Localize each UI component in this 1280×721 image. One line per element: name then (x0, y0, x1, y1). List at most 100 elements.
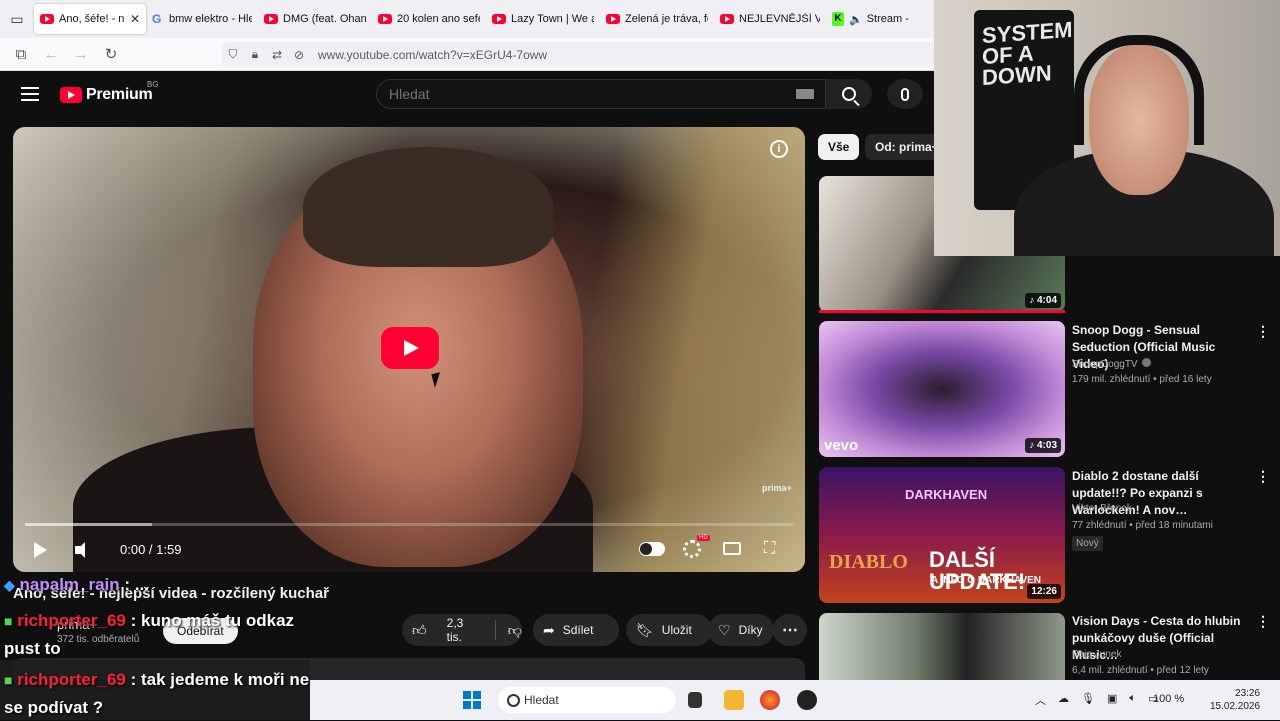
time-display: 0:00 / 1:59 (120, 542, 182, 557)
tab[interactable]: NEJLEVNĚJŠÍ VS. N (714, 4, 826, 34)
chat-badge-icon: ■ (4, 613, 13, 629)
youtube-premium-logo[interactable]: Premium BG (60, 80, 159, 104)
close-tab-icon[interactable]: ✕ (130, 12, 140, 26)
more-options-icon[interactable]: ⋮ (1256, 613, 1270, 630)
search-input[interactable] (389, 86, 769, 102)
new-badge: Nový (1072, 536, 1103, 551)
info-icon[interactable]: i (770, 140, 788, 158)
recommendation-meta: 6,4 mil. zhlédnutí • před 12 lety (1072, 665, 1209, 676)
webcam-overlay: SYSTEM OF A DOWN (934, 0, 1280, 256)
hamburger-menu-icon[interactable] (21, 87, 39, 101)
kick-icon: K (832, 12, 844, 26)
thumbnail-logo: DIABLO (829, 551, 908, 573)
thanks-label: Díky (738, 623, 763, 637)
thumbs-up-icon[interactable]: 👍︎ (412, 622, 427, 639)
search-button[interactable] (826, 79, 872, 109)
keyboard-icon[interactable] (796, 89, 814, 99)
system-clock[interactable]: 23:26 15.02.2026 (1210, 687, 1260, 713)
large-play-button[interactable] (381, 327, 439, 369)
channel-watermark: prima+ (762, 483, 792, 493)
chevron-up-icon[interactable]: ︿ (1035, 692, 1046, 708)
cloud-icon[interactable]: ☁ (1058, 692, 1069, 708)
youtube-icon (378, 14, 392, 24)
volume-icon[interactable] (75, 541, 89, 559)
fullscreen-icon[interactable]: ⛶ (764, 541, 780, 557)
tab[interactable]: Zelená je tráva, fo (600, 4, 714, 34)
chip-all[interactable]: Vše (818, 134, 860, 160)
tab-label: bmw elektro - Hle (169, 13, 252, 25)
share-icon: ➦ (543, 621, 555, 638)
tab-list-icon[interactable]: ▭ (0, 0, 34, 38)
hd-badge: HD (697, 535, 710, 541)
chat-username: richporter_69 (17, 670, 126, 689)
more-options-icon[interactable]: ⋮ (1256, 323, 1270, 340)
back-icon[interactable]: ← (36, 46, 66, 63)
chat-badge-icon: ◆ (4, 577, 15, 593)
microphone-tray-icon[interactable]: 🎙︎ (1081, 692, 1095, 708)
recommendation-channel[interactable]: SnoopDoggTV (1072, 358, 1151, 370)
thumbnail-brand: DARKHAVEN (905, 487, 988, 502)
tab-label: 20 kolen ano sefe (397, 13, 480, 25)
more-options-icon[interactable]: ⋮ (1256, 468, 1270, 485)
like-count[interactable]: 2,3 tis. (447, 616, 481, 644)
chat-message: ◆ napalm_rain : ... (4, 575, 149, 595)
chat-username: richporter_69 (17, 611, 126, 630)
browser-tab-bar: ▭ Ano, šéfe! - nej ✕ G bmw elektro - Hle… (0, 0, 934, 38)
more-actions-button[interactable]: ⋯ (773, 614, 807, 646)
tab[interactable]: Lazy Town | We ar (486, 4, 600, 34)
video-player[interactable]: i prima+ 0:00 / 1:59 HD ⛶ (13, 127, 805, 572)
country-code: BG (147, 80, 159, 89)
recommendation-channel[interactable]: Paja Junek (1072, 649, 1121, 660)
tab[interactable]: DMG (feat. Ohan (258, 4, 372, 34)
headset-icon (1074, 35, 1204, 145)
search-box[interactable] (376, 79, 826, 109)
url-text[interactable]: www.youtube.com/watch?v=xEGrU4-7oww (318, 48, 547, 62)
tab[interactable]: 20 kolen ano sefe (372, 4, 486, 34)
divider (494, 620, 496, 640)
task-view-icon[interactable] (688, 692, 702, 708)
obs-icon[interactable] (797, 690, 817, 710)
tab-label: Lazy Town | We ar (511, 13, 594, 25)
theater-mode-icon[interactable] (723, 542, 741, 555)
permissions-icon[interactable]: ⇄ (266, 48, 288, 62)
taskbar-search[interactable]: Hledat (498, 687, 676, 713)
extension-icon[interactable]: ⧉ (6, 46, 36, 63)
tab-active[interactable]: Ano, šéfe! - nej ✕ (34, 4, 146, 34)
shield-icon[interactable]: ⛉ (222, 47, 244, 62)
reload-icon[interactable]: ↻ (96, 45, 126, 63)
windows-start-icon[interactable] (463, 691, 481, 709)
duration-badge: ♪ 4:03 (1025, 438, 1061, 453)
voice-search-button[interactable] (887, 79, 923, 109)
settings-gear-icon[interactable] (683, 540, 701, 558)
recommendation-thumbnail[interactable]: vevo ♪ 4:03 (819, 321, 1065, 457)
save-button[interactable]: 🔖︎ Uložit (626, 614, 712, 646)
microphone-icon (901, 87, 909, 101)
recommendation-meta: 179 mil. zhlédnutí • před 16 lety (1072, 374, 1212, 385)
lock-icon[interactable]: 🔒︎ (244, 47, 266, 62)
volume-tray-icon[interactable]: 🔈︎ (1129, 692, 1136, 708)
play-icon[interactable] (34, 542, 47, 558)
tab[interactable]: G bmw elektro - Hle (146, 4, 258, 34)
forward-icon[interactable]: → (66, 46, 96, 63)
recommendation-thumbnail[interactable] (819, 613, 1065, 680)
youtube-icon (40, 14, 54, 24)
firefox-icon[interactable] (760, 690, 780, 710)
chat-username: napalm_rain (19, 575, 120, 594)
verified-icon (1141, 358, 1151, 367)
progress-bar[interactable] (25, 523, 793, 526)
display-icon[interactable]: ▣ (1107, 692, 1117, 708)
watched-progress-bar (819, 310, 1065, 313)
thumbs-down-icon[interactable]: 👎︎ (508, 622, 522, 639)
tab-label: Ano, šéfe! - nej (59, 13, 124, 25)
battery-percent: 100 % (1153, 693, 1185, 705)
thanks-button[interactable]: ♡ Díky (708, 614, 774, 646)
autoplay-toggle[interactable] (639, 542, 665, 556)
recommendation-thumbnail[interactable]: DARKHAVEN DIABLO DALŠÍ UPDATE! A INFO O … (819, 467, 1065, 603)
file-explorer-icon[interactable] (724, 690, 744, 710)
url-bar[interactable]: ⛉ 🔒︎ ⇄ ⊘ www.youtube.com/watch?v=xEGrU4-… (222, 42, 934, 67)
recommendation-channel[interactable]: Viktor Břenek (1072, 503, 1132, 514)
autoplay-blocked-icon[interactable]: ⊘ (288, 48, 310, 62)
share-button[interactable]: ➦ Sdílet (533, 614, 619, 646)
thumbnail-subline: A INFO O DARKHAVEN (931, 575, 1041, 586)
tab[interactable]: K 🔈 Stream - Ki (826, 4, 916, 34)
